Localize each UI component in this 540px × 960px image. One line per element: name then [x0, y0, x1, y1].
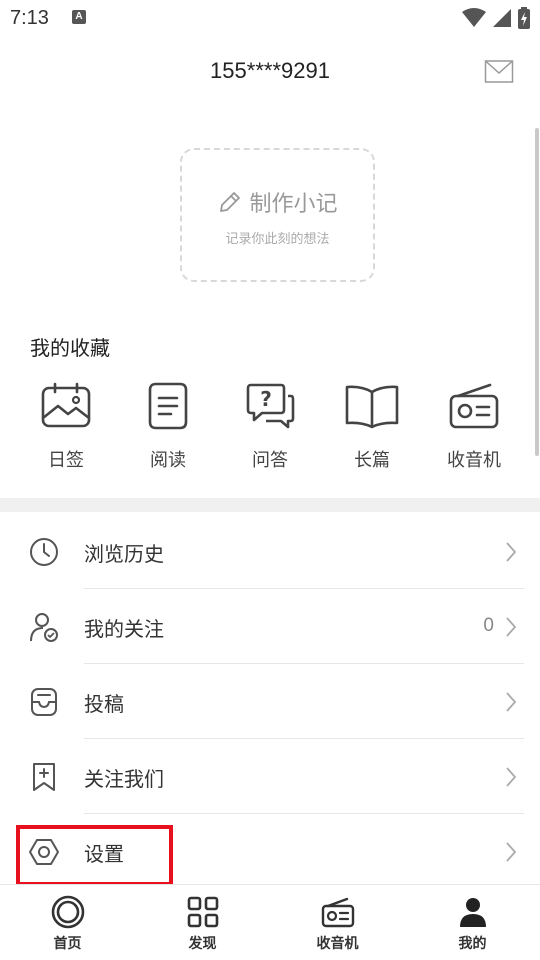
home-ring-icon — [51, 895, 84, 929]
make-note-card[interactable]: 制作小记 记录你此刻的想法 — [180, 148, 375, 282]
menu-item-history[interactable]: 浏览历史 — [0, 514, 540, 589]
nav-label: 发现 — [188, 936, 217, 952]
signal-icon — [493, 9, 511, 27]
chevron-right-icon — [506, 842, 517, 862]
menu-label: 投稿 — [84, 692, 124, 716]
grid-icon — [187, 896, 218, 928]
scrollbar[interactable] — [535, 128, 539, 456]
account-phone-title: 155****9291 — [210, 58, 330, 83]
mail-icon — [484, 60, 514, 83]
clock-icon — [30, 538, 58, 566]
menu-label: 我的关注 — [84, 617, 164, 641]
favorite-item-reading[interactable]: 阅读 — [118, 378, 218, 472]
chevron-right-icon — [506, 542, 517, 562]
inbox-icon — [31, 688, 57, 716]
status-icons — [462, 6, 530, 30]
favorite-item-qa[interactable]: ? 问答 — [220, 378, 320, 472]
radio-icon — [321, 897, 354, 928]
document-icon — [148, 382, 188, 430]
nav-label: 首页 — [53, 936, 82, 952]
nav-label: 我的 — [458, 936, 487, 952]
bookmark-plus-icon — [33, 763, 55, 791]
battery-icon — [518, 7, 530, 29]
favorite-label: 收音机 — [447, 450, 501, 471]
chevron-right-icon — [506, 617, 517, 637]
nav-tab-home[interactable]: 首页 — [0, 885, 135, 960]
menu-item-follow-us[interactable]: 关注我们 — [0, 739, 540, 814]
section-divider — [0, 498, 540, 512]
bottom-nav: 首页 发现 收音机 我的 — [0, 884, 540, 960]
favorite-label: 阅读 — [150, 450, 186, 471]
mail-button[interactable] — [484, 58, 514, 86]
status-bar: 7:13 A — [0, 0, 540, 36]
calendar-image-icon — [41, 382, 91, 428]
following-count: 0 — [483, 615, 494, 636]
note-title: 制作小记 — [249, 192, 338, 217]
person-icon — [459, 898, 486, 927]
chevron-right-icon — [506, 767, 517, 787]
favorite-label: 日签 — [48, 450, 84, 471]
nav-label: 收音机 — [316, 936, 359, 952]
favorite-item-radio[interactable]: 收音机 — [424, 378, 524, 472]
note-subtitle: 记录你此刻的想法 — [225, 232, 330, 247]
menu-item-following[interactable]: 我的关注 0 — [0, 589, 540, 664]
favorite-item-daily[interactable]: 日签 — [16, 378, 116, 472]
favorites-grid: 日签 阅读 ? 问答 长篇 收音机 — [16, 378, 524, 472]
pencil-icon — [220, 192, 241, 212]
nav-tab-mine[interactable]: 我的 — [405, 885, 540, 960]
status-time: 7:13 — [10, 7, 49, 29]
favorite-label: 问答 — [252, 450, 288, 471]
radio-icon — [449, 383, 499, 429]
favorite-item-longform[interactable]: 长篇 — [322, 378, 422, 472]
menu-item-submit[interactable]: 投稿 — [0, 664, 540, 739]
user-check-icon — [30, 613, 58, 642]
nav-tab-radio[interactable]: 收音机 — [270, 885, 405, 960]
open-book-icon — [345, 385, 399, 429]
favorite-label: 长篇 — [354, 450, 390, 471]
chevron-right-icon — [506, 692, 517, 712]
note-title-row: 制作小记 — [182, 186, 373, 218]
question-chat-icon: ? — [246, 383, 295, 429]
favorites-title: 我的收藏 — [30, 336, 110, 360]
menu-label: 关注我们 — [84, 767, 164, 791]
wifi-icon — [462, 8, 486, 27]
notification-badge-icon: A — [72, 10, 86, 24]
svg-text:?: ? — [260, 387, 272, 411]
menu-label: 浏览历史 — [84, 542, 164, 566]
settings-highlight-box — [16, 825, 173, 886]
nav-tab-discover[interactable]: 发现 — [135, 885, 270, 960]
